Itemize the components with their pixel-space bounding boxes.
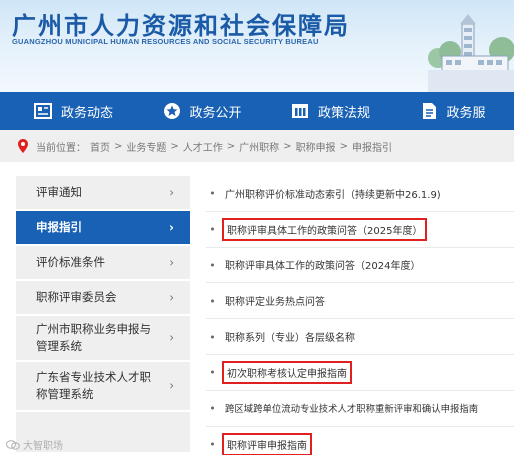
site-header: 广州市人力资源和社会保障局 GUANGZHOU MUNICIPAL HUMAN … — [0, 0, 514, 92]
breadcrumb-separator: > — [339, 140, 348, 152]
nav-label: 政务动态 — [61, 105, 114, 121]
list-item-link[interactable]: 职称系列（专业）各层级名称 — [222, 327, 358, 346]
sidebar-item-label: 广州市职称业务申报与管理系统 — [36, 322, 151, 353]
wechat-icon — [6, 439, 20, 450]
nav-item-policy[interactable]: 政策法规 — [257, 92, 386, 130]
list-item-link-highlighted[interactable]: 职称评审具体工作的政策问答（2025年度） — [222, 217, 428, 241]
bullet — [211, 263, 214, 267]
bullet — [211, 335, 214, 339]
bullet — [211, 299, 214, 303]
sidebar-item-guide[interactable]: 申报指引 › — [16, 211, 190, 244]
breadcrumb-link-application[interactable]: 职称申报 — [296, 139, 336, 154]
list-item-link-highlighted[interactable]: 初次职称考核认定申报指南 — [222, 360, 352, 384]
building-icon — [291, 102, 309, 120]
nav-item-news[interactable]: 政务动态 — [0, 92, 129, 130]
bullet — [211, 370, 214, 374]
list-item[interactable]: 初次职称考核认定申报指南 — [206, 355, 514, 391]
site-title[interactable]: 广州市人力资源和社会保障局 — [12, 6, 350, 41]
watermark-text: 大智职场 — [23, 441, 63, 452]
breadcrumb: 当前位置： 首页 > 业务专题 > 人才工作 > 广州职称 > 职称申报 > 申… — [0, 130, 514, 162]
list-item-link[interactable]: 职称评定业务热点问答 — [222, 291, 328, 310]
news-icon — [34, 102, 52, 120]
page: 广州市人力资源和社会保障局 GUANGZHOU MUNICIPAL HUMAN … — [0, 0, 514, 455]
breadcrumb-link-talent[interactable]: 人才工作 — [183, 139, 223, 154]
sidebar-item-label: 评审通知 — [36, 185, 82, 199]
bullet — [211, 191, 214, 195]
breadcrumb-separator: > — [114, 140, 123, 152]
chevron-right-icon: › — [169, 220, 174, 234]
breadcrumb-link-guide[interactable]: 申报指引 — [352, 139, 392, 154]
chevron-right-icon: › — [169, 290, 174, 304]
list-item[interactable]: 广州职称评价标准动态索引（持续更新中26.1.9) — [206, 176, 514, 212]
chevron-right-icon: › — [169, 255, 174, 269]
sidebar-item-standards[interactable]: 评价标准条件 › — [16, 246, 190, 279]
nav-item-service[interactable]: 政务服 — [386, 92, 514, 130]
sidebar-item-gz-system[interactable]: 广州市职称业务申报与管理系统 › — [16, 316, 190, 360]
bullet — [211, 442, 214, 446]
sidebar: 评审通知 › 申报指引 › 评价标准条件 › 职称评审委员会 › 广州市职称业务… — [16, 176, 190, 454]
sidebar-item-label: 申报指引 — [36, 220, 82, 234]
chevron-right-icon: › — [169, 378, 174, 393]
bullet — [211, 406, 214, 410]
site-subtitle: GUANGZHOU MUNICIPAL HUMAN RESOURCES AND … — [12, 37, 319, 46]
chevron-right-icon: › — [169, 185, 174, 199]
breadcrumb-separator: > — [170, 140, 179, 152]
list-item-link[interactable]: 广州职称评价标准动态索引（持续更新中26.1.9) — [222, 184, 444, 203]
watermark: 大智职场 — [6, 437, 63, 452]
list-item[interactable]: 职称系列（专业）各层级名称 — [206, 319, 514, 355]
list-item[interactable]: 职称评审具体工作的政策问答（2024年度） — [206, 248, 514, 284]
breadcrumb-link-gz-title[interactable]: 广州职称 — [239, 139, 279, 154]
list-item-link-highlighted[interactable]: 职称评审申报指南 — [222, 432, 312, 455]
location-pin-icon — [18, 139, 28, 153]
chevron-right-icon: › — [169, 330, 174, 345]
breadcrumb-prefix: 当前位置： — [36, 142, 86, 154]
main-nav: 政务动态 政务公开 政策法规 政务服 — [0, 92, 514, 130]
list-item[interactable]: 职称评审具体工作的政策问答（2025年度） — [206, 212, 514, 248]
nav-label: 政策法规 — [318, 105, 371, 121]
nav-label: 政务公开 — [189, 105, 242, 121]
list-item-link[interactable]: 跨区域跨单位流动专业技术人才职称重新评审和确认申报指南 — [222, 399, 481, 417]
list-item[interactable]: 跨区域跨单位流动专业技术人才职称重新评审和确认申报指南 — [206, 391, 514, 427]
breadcrumb-separator: > — [283, 140, 292, 152]
breadcrumb-link-home[interactable]: 首页 — [90, 139, 110, 154]
breadcrumb-separator: > — [226, 140, 236, 152]
list-item-link[interactable]: 职称评审具体工作的政策问答（2024年度） — [222, 255, 423, 274]
nav-item-public[interactable]: 政务公开 — [129, 92, 258, 130]
list-item[interactable]: 职称评定业务热点问答 — [206, 283, 514, 320]
star-icon — [163, 102, 181, 120]
sidebar-item-label: 评价标准条件 — [36, 255, 105, 269]
breadcrumb-link-topics[interactable]: 业务专题 — [126, 139, 166, 154]
sidebar-item-notices[interactable]: 评审通知 › — [16, 176, 190, 209]
sidebar-item-label: 广东省专业技术人才职称管理系统 — [36, 370, 151, 401]
sidebar-item-label: 职称评审委员会 — [36, 290, 117, 304]
sidebar-item-gd-system[interactable]: 广东省专业技术人才职称管理系统 › — [16, 362, 190, 410]
bullet — [211, 227, 214, 231]
building-illustration — [428, 14, 514, 92]
nav-label: 政务服 — [446, 105, 486, 121]
list-item[interactable]: 职称评审申报指南 — [206, 427, 514, 455]
article-list: 广州职称评价标准动态索引（持续更新中26.1.9) 职称评审具体工作的政策问答（… — [206, 176, 514, 455]
sidebar-item-committee[interactable]: 职称评审委员会 › — [16, 281, 190, 314]
document-icon — [420, 102, 438, 120]
